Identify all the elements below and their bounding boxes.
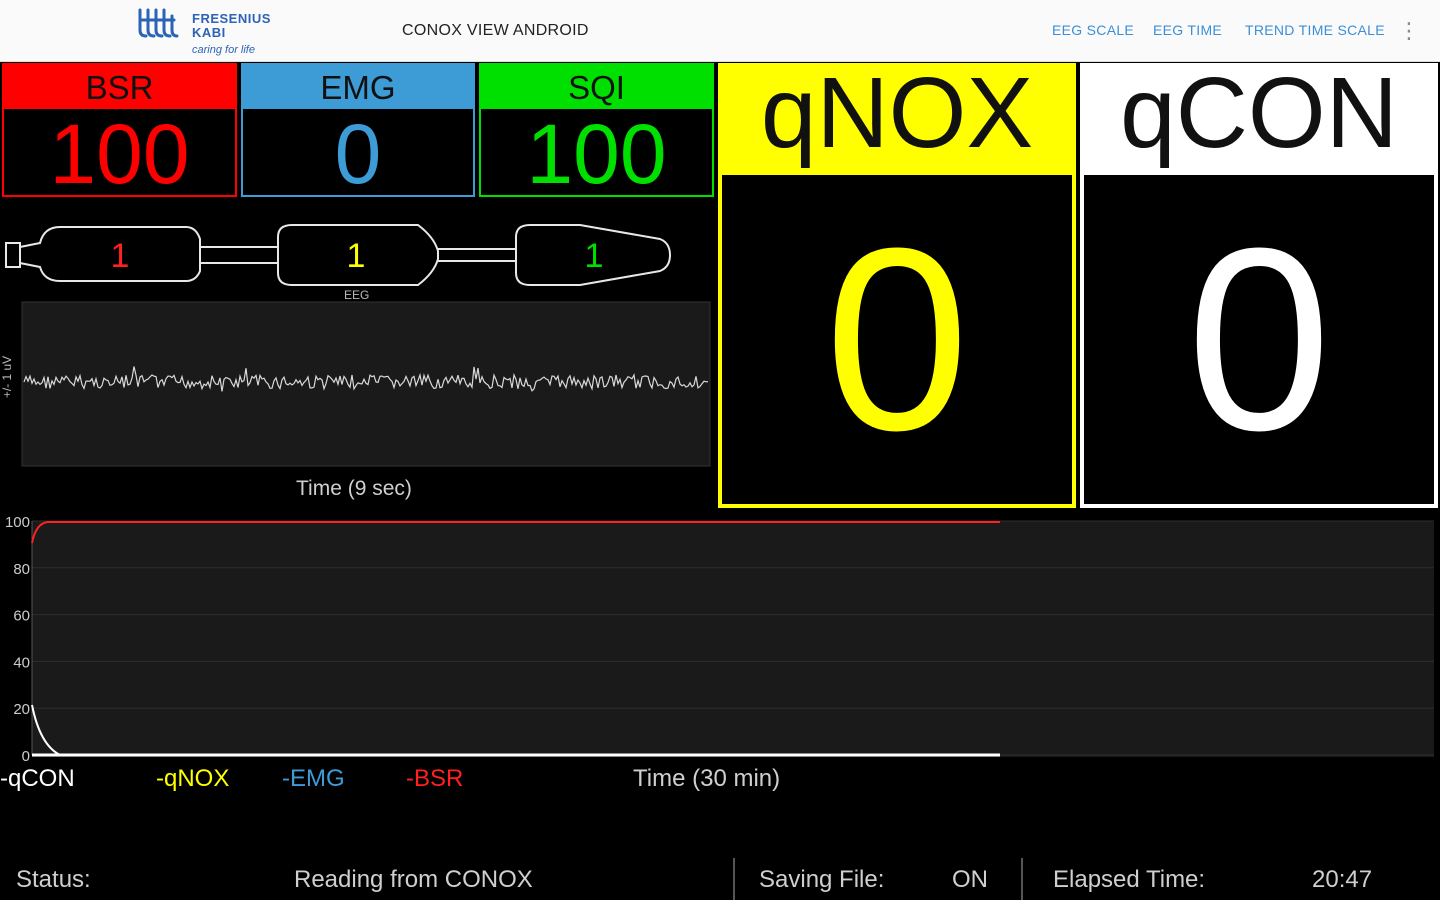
qnox-label: qNOX (760, 57, 1034, 169)
eeg-time-button[interactable]: EEG TIME (1153, 22, 1222, 38)
electrode-3-value: 1 (585, 237, 604, 275)
more-vert-icon[interactable]: ⋮ (1398, 14, 1420, 48)
status-label: Status: (16, 866, 91, 893)
elapsed-time-value: 20:47 (1312, 866, 1373, 893)
fresenius-logo-icon (138, 8, 179, 38)
trend-y-tick: 100 (5, 514, 30, 531)
electrode-1-value: 1 (111, 237, 130, 275)
brand-name: FRESENIUS KABI (192, 12, 271, 40)
eeg-x-axis-label: Time (9 sec) (296, 477, 412, 500)
legend-qnox: -qNOX (156, 765, 230, 792)
brand-name-line1: FRESENIUS (192, 11, 271, 26)
status-divider (733, 858, 735, 900)
electrode-2-value: 1 (347, 237, 366, 275)
saving-file-value: ON (952, 866, 988, 893)
status-divider (1021, 858, 1023, 900)
fresenius-kabi-logo: FRESENIUS KABI caring for life (136, 4, 296, 60)
brand-tagline: caring for life (192, 44, 255, 56)
bsr-label: BSR (4, 65, 235, 107)
brand-name-line2: KABI (192, 25, 226, 40)
electrode-lead-2 (438, 248, 516, 262)
qcon-value: 0 (1084, 175, 1434, 504)
sqi-label: SQI (481, 65, 712, 107)
legend-bsr: -BSR (406, 765, 464, 792)
bsr-value: 100 (4, 107, 235, 199)
eeg-y-axis-label: +/- 1 uV (0, 355, 15, 399)
trend-y-tick: 60 (13, 608, 30, 625)
trend-x-axis-label: Time (30 min) (633, 765, 781, 792)
qcon-label: qCON (1120, 57, 1398, 169)
trend-time-scale-button[interactable]: TREND TIME SCALE (1245, 22, 1385, 38)
qnox-panel: qNOX 0 (718, 63, 1076, 508)
legend-emg: -EMG (282, 765, 345, 792)
trend-y-tick: 40 (13, 654, 30, 671)
saving-file-label: Saving File: (759, 866, 885, 893)
sqi-tile: SQI 100 (479, 63, 714, 199)
qcon-panel: qCON 0 (1080, 63, 1438, 508)
electrode-lead-1 (200, 246, 278, 264)
sqi-value: 100 (481, 107, 712, 199)
status-bar: Status: Reading from CONOX Saving File: … (0, 858, 1440, 900)
electrode-connector (5, 242, 21, 268)
app-title: CONOX VIEW ANDROID (402, 22, 589, 39)
trend-y-tick: 0 (22, 748, 30, 765)
bsr-tile: BSR 100 (2, 63, 237, 199)
legend-qcon: -qCON (0, 765, 75, 792)
emg-value: 0 (243, 107, 473, 199)
eeg-scale-button[interactable]: EEG SCALE (1052, 22, 1134, 38)
elapsed-time-label: Elapsed Time: (1053, 866, 1206, 893)
trend-plot-area (32, 521, 1434, 757)
trend-y-tick: 80 (13, 561, 30, 578)
status-value: Reading from CONOX (294, 866, 533, 893)
emg-tile: EMG 0 (241, 63, 475, 199)
trend-y-tick: 20 (13, 701, 30, 718)
app-bar: FRESENIUS KABI caring for life CONOX VIE… (0, 0, 1440, 62)
eeg-waveform-chart (21, 301, 711, 467)
trend-chart: 100 80 60 40 20 0 (5, 514, 1434, 765)
emg-label: EMG (243, 65, 473, 107)
qnox-value: 0 (722, 175, 1072, 504)
